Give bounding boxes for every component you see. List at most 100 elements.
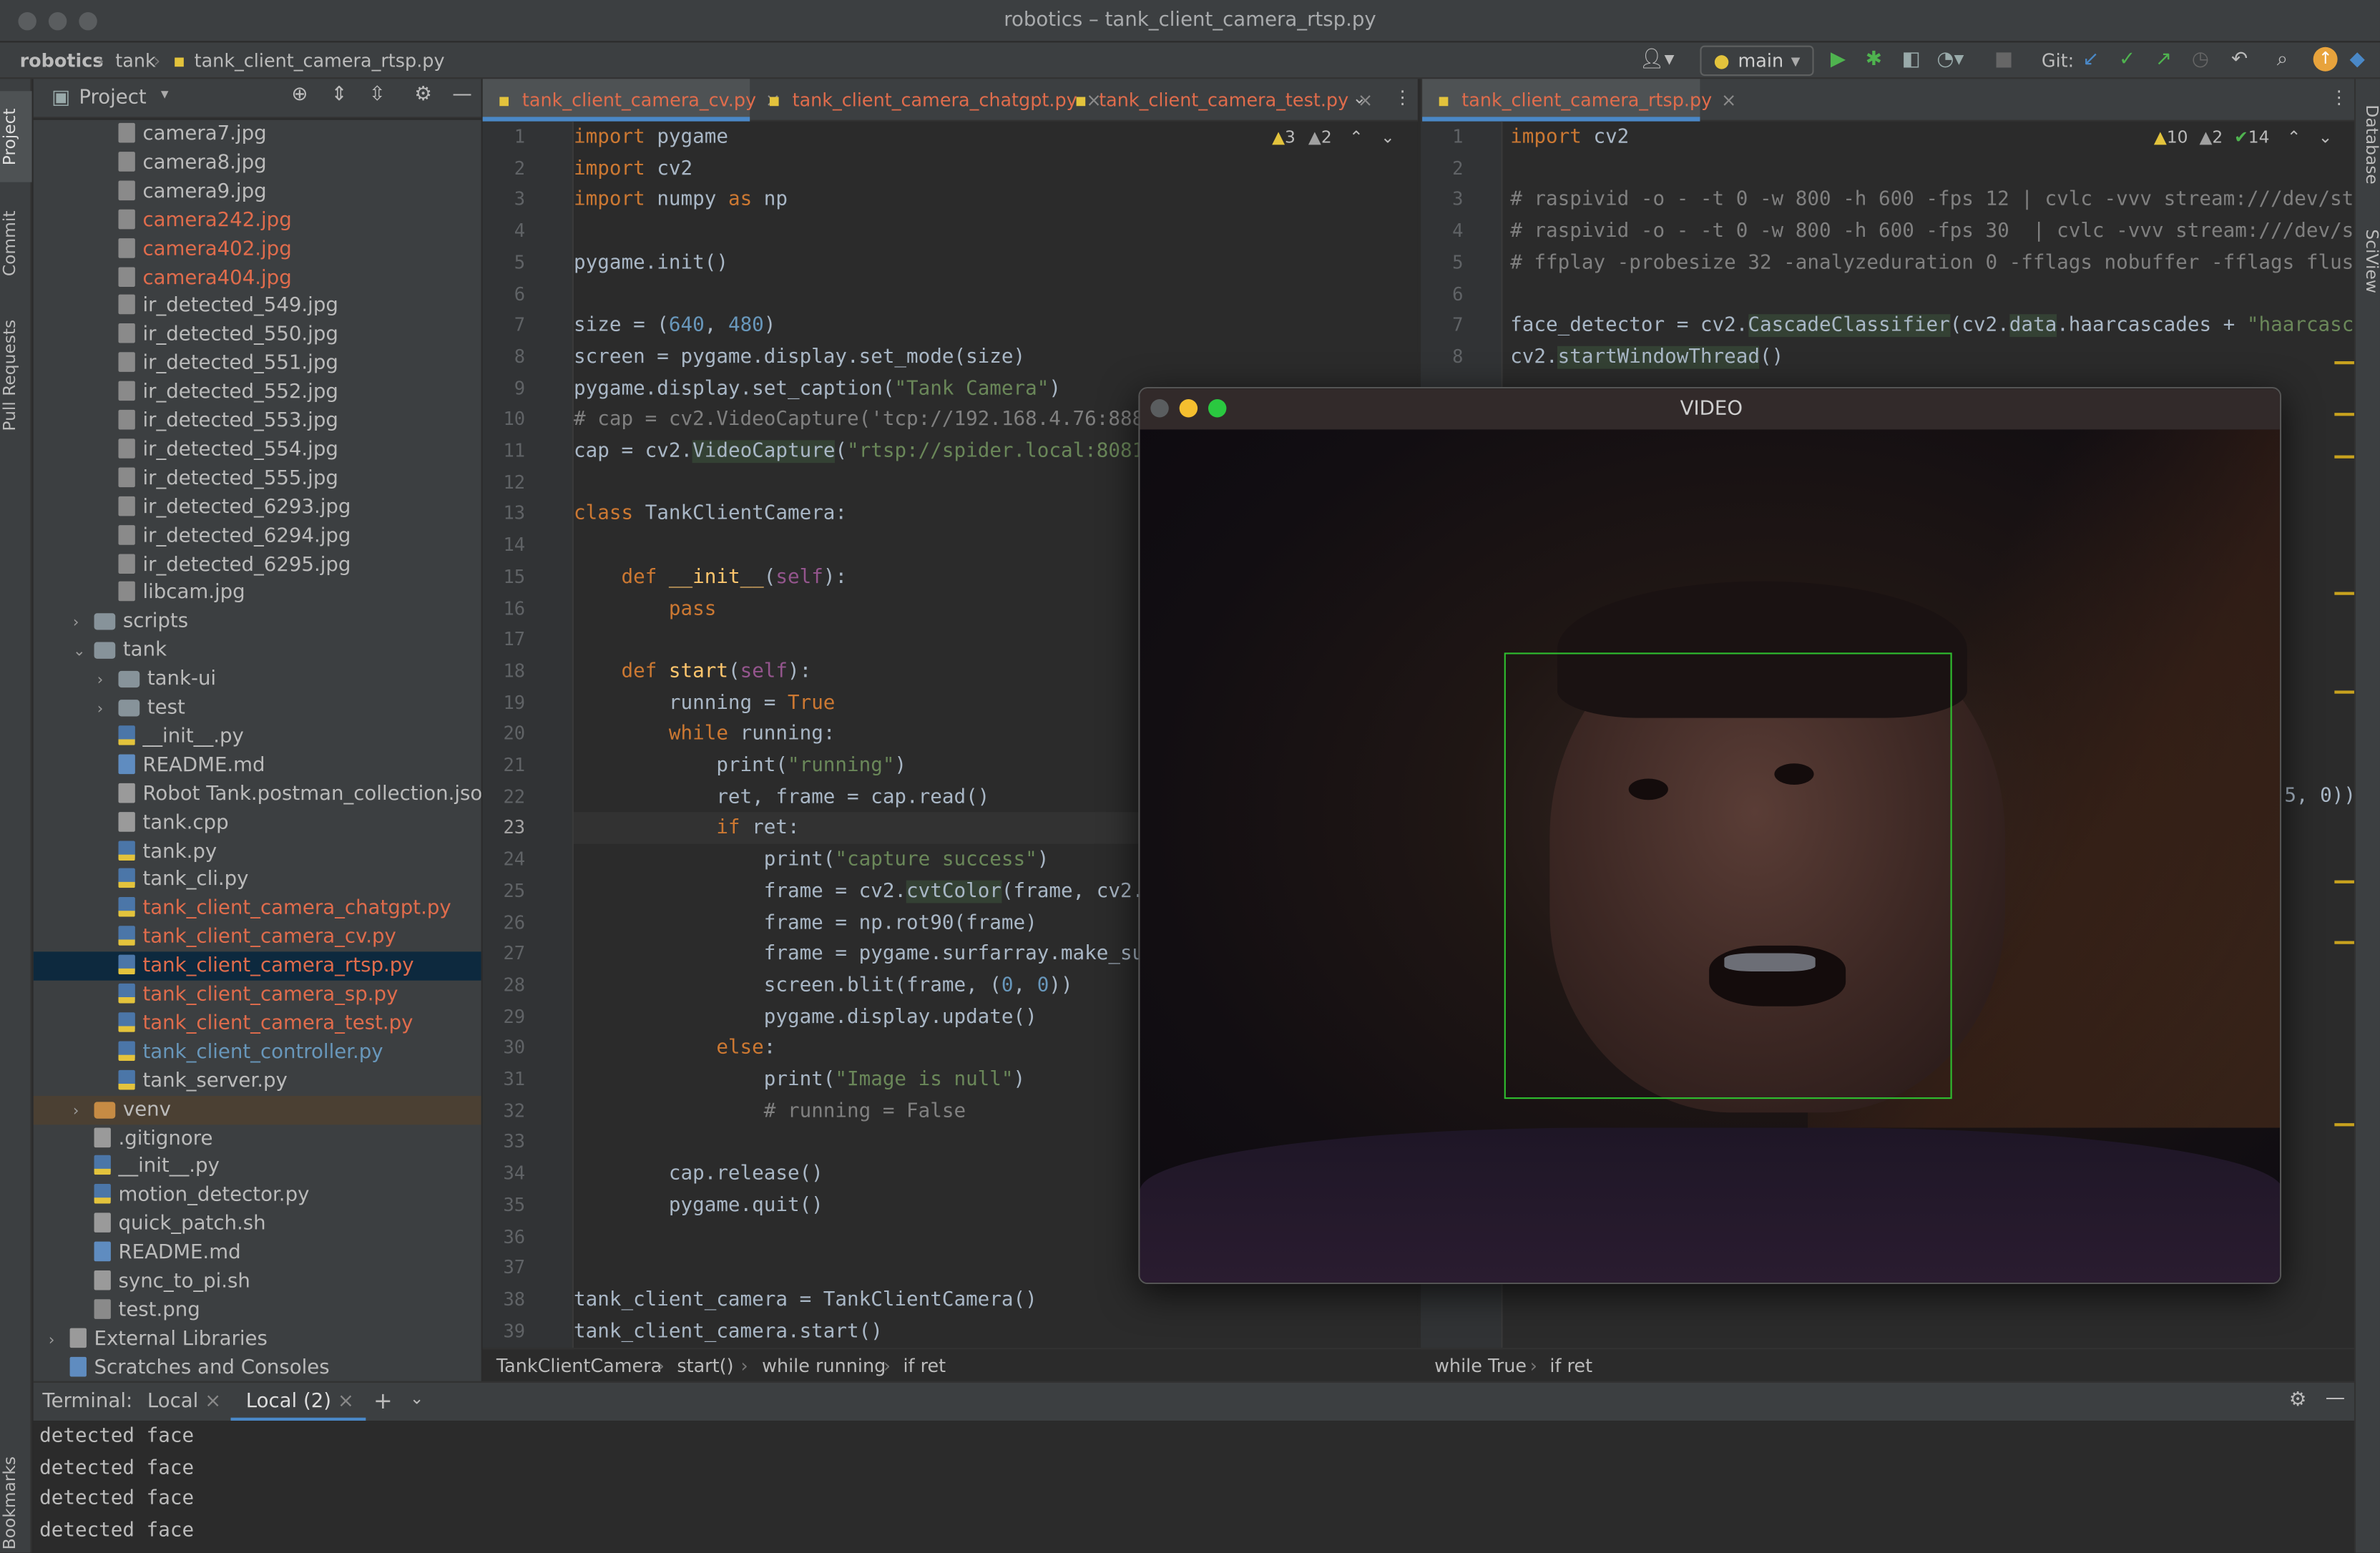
tree-item[interactable]: ir_detected_549.jpg: [34, 292, 481, 320]
hide-panel-icon[interactable]: —: [2326, 1387, 2346, 1410]
tree-item[interactable]: tank_server.py: [34, 1067, 481, 1095]
line-number[interactable]: 4: [1427, 220, 1463, 242]
tree-item[interactable]: camera9.jpg: [34, 177, 481, 206]
editor-tab[interactable]: ▪ tank_client_camera_rtsp.py ×: [1422, 79, 1736, 122]
line-number[interactable]: 20: [489, 723, 525, 745]
chevron-right-icon[interactable]: ›: [73, 609, 94, 637]
code-line[interactable]: pygame.display.set_caption("Tank Camera"…: [574, 374, 1061, 406]
chevron-down-icon[interactable]: ⌄: [1381, 127, 1395, 147]
run-icon[interactable]: ▶: [1831, 49, 1846, 73]
more-actions-icon[interactable]: ⋮: [1394, 87, 1411, 108]
line-number[interactable]: 6: [1427, 283, 1463, 305]
jetbrains-logo-icon[interactable]: ◆: [2350, 49, 2365, 73]
tree-item[interactable]: sync_to_pi.sh: [34, 1268, 481, 1296]
line-number[interactable]: 18: [489, 660, 525, 682]
line-number[interactable]: 34: [489, 1163, 525, 1185]
code-line[interactable]: pygame.display.update(): [574, 1003, 1037, 1034]
tree-item[interactable]: Scratches and Consoles: [34, 1353, 481, 1381]
line-number[interactable]: 31: [489, 1069, 525, 1090]
tool-tab-database[interactable]: Database: [2356, 91, 2380, 197]
scrollbar-warning-marker[interactable]: [2334, 880, 2354, 883]
code-line[interactable]: def __init__(self):: [574, 563, 847, 594]
stop-icon[interactable]: ■: [1994, 49, 2013, 73]
code-breadcrumb[interactable]: TankClientCamera: [496, 1351, 662, 1381]
line-number[interactable]: 8: [489, 346, 525, 368]
line-number[interactable]: 7: [489, 315, 525, 336]
line-number[interactable]: 9: [489, 377, 525, 398]
code-line[interactable]: # raspivid -o - -t 0 -w 800 -h 600 -fps …: [1510, 186, 2354, 217]
line-number[interactable]: 19: [489, 692, 525, 713]
code-breadcrumb[interactable]: while running: [762, 1351, 886, 1381]
terminal-output[interactable]: detected face detected face detected face d…: [33, 1421, 2354, 1553]
inspection-widget[interactable]: ▲3 ▲2 ⌃ ⌄: [1272, 127, 1395, 147]
video-window-title-bar[interactable]: VIDEO: [1140, 388, 2280, 430]
tree-item[interactable]: ir_detected_550.jpg: [34, 320, 481, 349]
code-line[interactable]: print("capture success"): [574, 846, 1049, 877]
chevron-down-icon[interactable]: ▾: [161, 87, 169, 103]
tree-item[interactable]: tank_client_camera_rtsp.py: [33, 951, 481, 981]
scrollbar-warning-marker[interactable]: [2334, 592, 2354, 595]
code-line[interactable]: frame = cv2.cvtColor(frame, cv2.C: [574, 877, 1156, 908]
terminal-tab[interactable]: Local ×: [147, 1391, 221, 1414]
code-line[interactable]: frame = pygame.surfarray.make_sur: [574, 940, 1156, 971]
tree-item[interactable]: › External Libraries: [34, 1325, 481, 1353]
code-breadcrumb[interactable]: if ret: [1549, 1351, 1592, 1381]
scrollbar-warning-marker[interactable]: [2334, 941, 2354, 944]
branch-selector[interactable]: ● main ▾: [1700, 45, 1814, 77]
line-number[interactable]: 32: [489, 1100, 525, 1122]
line-number[interactable]: 28: [489, 974, 525, 996]
terminal-tab[interactable]: Local (2) ×: [230, 1383, 366, 1423]
code-line[interactable]: cv2.startWindowThread(): [1510, 343, 1783, 374]
tree-item[interactable]: ir_detected_553.jpg: [34, 407, 481, 436]
code-breadcrumb[interactable]: while True: [1434, 1351, 1527, 1381]
video-window[interactable]: VIDEO: [1138, 387, 2282, 1285]
minimize-window-icon[interactable]: [1179, 399, 1198, 418]
code-line[interactable]: pygame.quit(): [574, 1191, 823, 1223]
line-number[interactable]: 1: [1427, 126, 1463, 147]
search-icon[interactable]: ⌕: [2277, 49, 2288, 73]
locate-file-icon[interactable]: ⊕: [291, 84, 308, 107]
code-line[interactable]: import numpy as np: [574, 186, 788, 217]
line-number[interactable]: 30: [489, 1037, 525, 1059]
line-number[interactable]: 12: [489, 471, 525, 493]
line-number[interactable]: 14: [489, 534, 525, 556]
user-icon[interactable]: 👤︎▾: [1640, 49, 1675, 73]
tool-tab-bookmarks[interactable]: Bookmarks: [0, 1454, 32, 1553]
line-number[interactable]: 38: [489, 1288, 525, 1310]
git-history-icon[interactable]: ◷: [2192, 49, 2209, 73]
scrollbar-warning-marker[interactable]: [2334, 690, 2354, 694]
tree-item[interactable]: tank_client_camera_chatgpt.py: [34, 894, 481, 923]
coverage-icon[interactable]: ◧: [1902, 49, 1921, 73]
tool-tab-sciview[interactable]: SciView: [2356, 215, 2380, 306]
code-line[interactable]: screen.blit(frame, (0, 0)): [574, 971, 1073, 1003]
expand-all-icon[interactable]: ⇕: [331, 84, 348, 107]
chevron-down-icon[interactable]: ⌄: [410, 1388, 424, 1409]
undo-icon[interactable]: ↶: [2231, 49, 2248, 73]
code-line[interactable]: ret, frame = cap.read(): [574, 783, 989, 814]
inspection-widget[interactable]: ▲10 ▲2 ✔14 ⌃ ⌄: [2154, 127, 2333, 147]
tree-item[interactable]: __init__.py: [34, 1152, 481, 1181]
code-line[interactable]: face_detector = cv2.CascadeClassifier(cv…: [1510, 311, 2354, 343]
close-tab-icon[interactable]: ×: [338, 1391, 354, 1414]
hide-panel-icon[interactable]: —: [452, 84, 472, 107]
line-number[interactable]: 24: [489, 848, 525, 870]
debug-icon[interactable]: ✱: [1866, 49, 1882, 73]
code-line[interactable]: tank_client_camera = TankClientCamera(): [574, 1285, 1037, 1317]
tree-item[interactable]: README.md: [34, 751, 481, 780]
tree-item[interactable]: tank_client_controller.py: [34, 1038, 481, 1067]
tree-item[interactable]: › scripts: [34, 607, 481, 636]
chevron-right-icon[interactable]: ›: [97, 695, 119, 724]
tree-item[interactable]: ir_detected_555.jpg: [34, 464, 481, 493]
chevron-right-icon[interactable]: ›: [49, 1326, 70, 1355]
tree-item[interactable]: README.md: [34, 1239, 481, 1268]
close-window-icon[interactable]: [1150, 399, 1169, 418]
line-number[interactable]: 39: [489, 1320, 525, 1341]
line-number[interactable]: 27: [489, 943, 525, 964]
tree-item[interactable]: ir_detected_551.jpg: [34, 349, 481, 378]
code-line[interactable]: print("running"): [574, 751, 906, 783]
line-number[interactable]: 7: [1427, 315, 1463, 336]
tree-item[interactable]: Robot Tank.postman_collection.json: [34, 780, 481, 808]
editor-tab[interactable]: ▪ tank_client_camera_cv.py ×: [482, 79, 780, 122]
code-line[interactable]: # cap = cv2.VideoCapture('tcp://192.168.…: [574, 406, 1156, 437]
code-line[interactable]: # running = False: [574, 1097, 966, 1128]
